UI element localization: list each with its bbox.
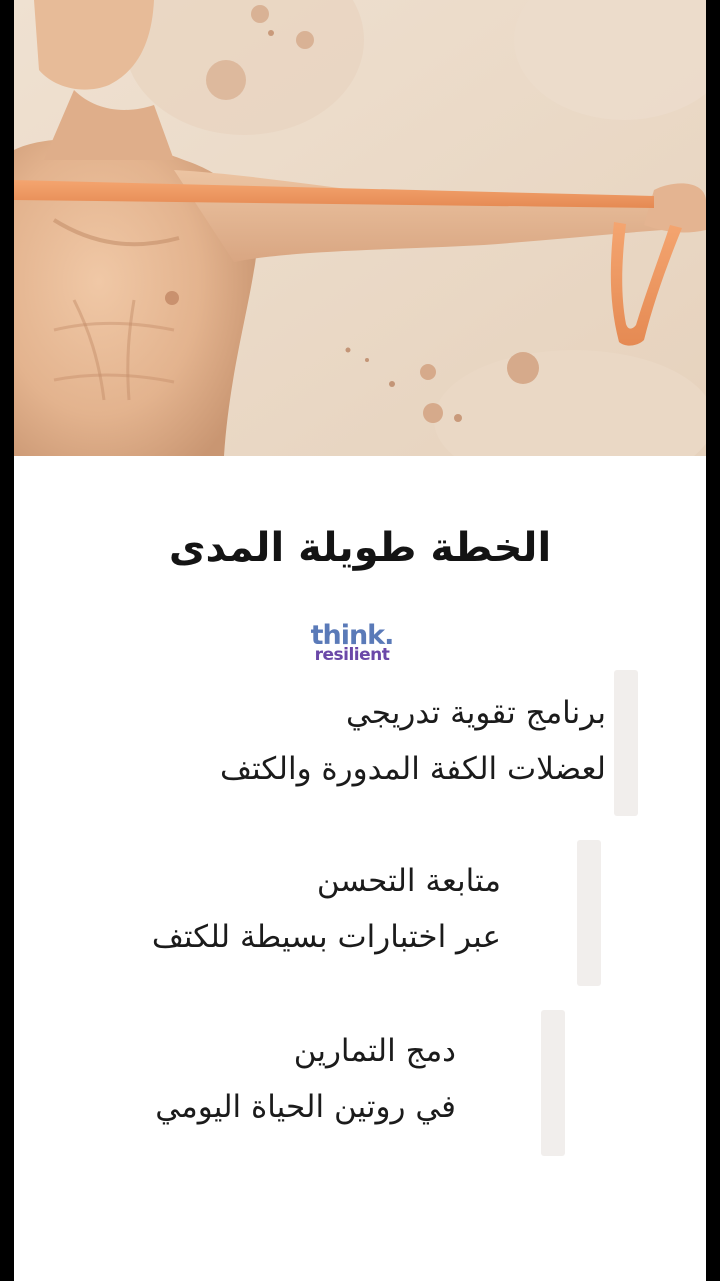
- list-item: دمج التمارين في روتين الحياة اليومي: [155, 1023, 456, 1135]
- content-area: الخطة طويلة المدى think. resilient برنام…: [14, 456, 706, 1281]
- item-heading: دمج التمارين: [293, 1033, 456, 1069]
- resistance-band-stretch-image: [14, 0, 706, 456]
- accent-bar: [614, 670, 638, 816]
- accent-bar: [541, 1010, 565, 1156]
- item-heading: برنامج تقوية تدريجي: [345, 695, 606, 731]
- list-item: برنامج تقوية تدريجي لعضلات الكفة المدورة…: [220, 685, 606, 797]
- item-detail: لعضلات الكفة المدورة والكتف: [219, 751, 606, 787]
- accent-bar: [577, 840, 601, 986]
- item-heading: متابعة التحسن: [316, 863, 501, 899]
- brand-logo: think. resilient: [302, 622, 402, 664]
- logo-line-resilient: resilient: [314, 645, 390, 665]
- slide-frame: الخطة طويلة المدى think. resilient برنام…: [14, 0, 706, 1281]
- item-detail: عبر اختبارات بسيطة للكتف: [151, 919, 501, 955]
- page-title: الخطة طويلة المدى: [168, 525, 552, 571]
- list-item: متابعة التحسن عبر اختبارات بسيطة للكتف: [152, 853, 501, 965]
- hero-illustration: [14, 0, 706, 456]
- item-detail: في روتين الحياة اليومي: [155, 1089, 456, 1125]
